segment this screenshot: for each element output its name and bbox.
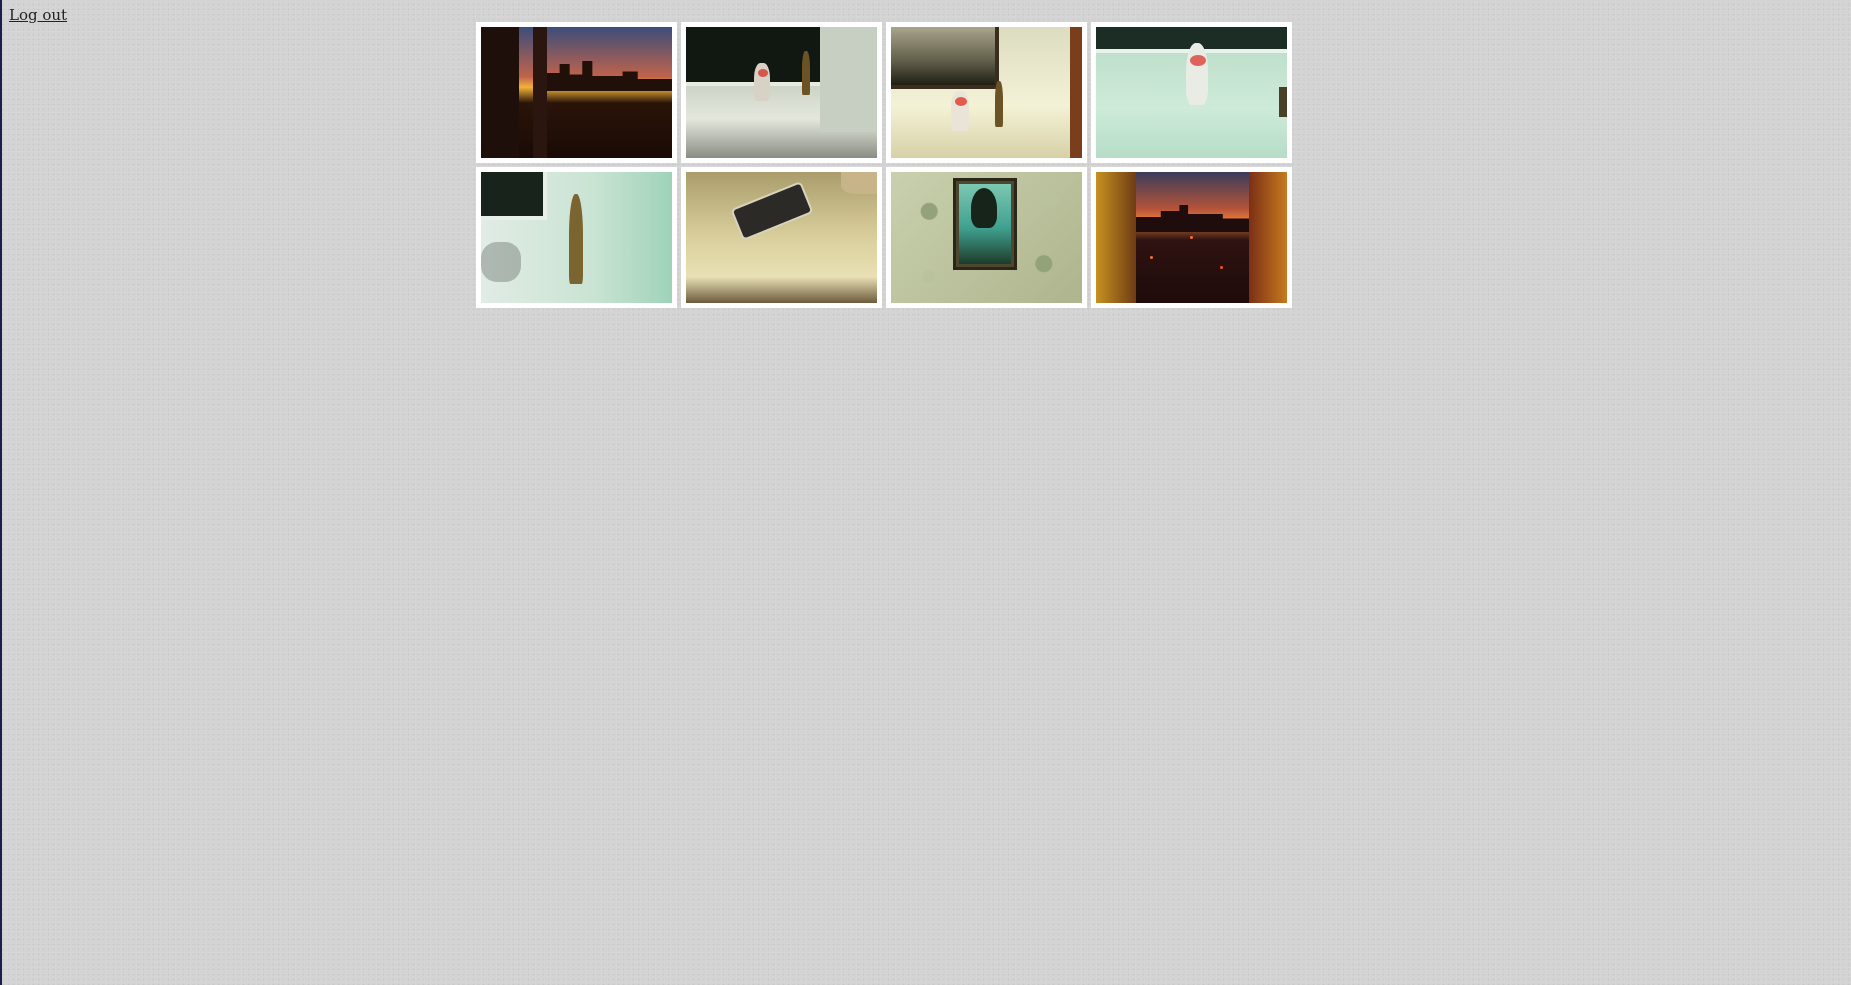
logout-link[interactable]: Log out [9,6,67,24]
photo-thumbnail-6[interactable] [681,167,882,308]
figurines-sill-photo [891,27,1082,158]
photo-thumbnail-3[interactable] [886,22,1087,163]
photo-thumbnail-4[interactable] [1091,22,1292,163]
figurines-dark-window-photo [686,27,877,158]
photo-thumbnail-1[interactable] [476,22,677,163]
cat-figurine-photo [1096,27,1287,158]
phone-on-sill-photo [686,172,877,303]
photo-gallery [476,22,1292,308]
sunset-city-photo [1096,172,1287,303]
buddha-statue-photo [481,172,672,303]
photo-thumbnail-5[interactable] [476,167,677,308]
photo-thumbnail-8[interactable] [1091,167,1292,308]
photo-thumbnail-2[interactable] [681,22,882,163]
photo-thumbnail-7[interactable] [886,167,1087,308]
sunset-window-photo [481,27,672,158]
framed-painting-photo [891,172,1082,303]
